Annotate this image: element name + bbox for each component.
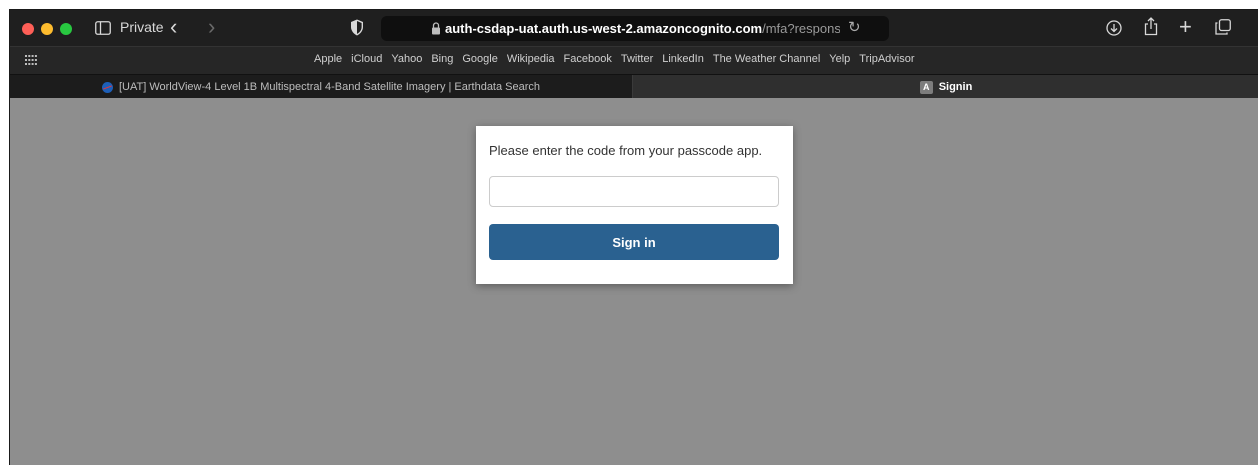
mfa-instructions: Please enter the code from your passcode… [489, 143, 763, 158]
favorite-yahoo[interactable]: Yahoo [391, 53, 422, 65]
page-content: Please enter the code from your passcode… [10, 98, 1258, 465]
private-label: Private [120, 19, 164, 35]
url-text: auth-csdap-uat.auth.us-west-2.amazoncogn… [445, 21, 840, 36]
tab-title: [UAT] WorldView-4 Level 1B Multispectral… [118, 81, 541, 93]
tab-signin[interactable]: A Signin [633, 75, 1258, 99]
address-bar[interactable]: auth-csdap-uat.auth.us-west-2.amazoncogn… [381, 16, 889, 41]
privacy-shield-icon[interactable] [350, 19, 364, 36]
favorite-tripadvisor[interactable]: TripAdvisor [859, 53, 914, 65]
url-path: /mfa?response_type=code& [762, 21, 840, 36]
tab-overview-icon[interactable] [1215, 19, 1231, 35]
favorite-google[interactable]: Google [462, 53, 497, 65]
favorites-bar: Apple iCloud Yahoo Bing Google Wikipedia… [10, 46, 1258, 74]
new-tab-icon[interactable]: + [1179, 16, 1192, 38]
lock-icon [432, 22, 440, 35]
favorites-list: Apple iCloud Yahoo Bing Google Wikipedia… [314, 53, 915, 65]
tab-earthdata-search[interactable]: [UAT] WorldView-4 Level 1B Multispectral… [10, 75, 633, 99]
favorite-twitter[interactable]: Twitter [621, 53, 653, 65]
passcode-input[interactable] [489, 176, 779, 207]
tab-bar: [UAT] WorldView-4 Level 1B Multispectral… [10, 74, 1258, 99]
nasa-icon [101, 81, 113, 93]
tab-title: Signin [938, 81, 973, 93]
minimize-window-button[interactable] [41, 23, 53, 35]
favorite-icloud[interactable]: iCloud [351, 53, 382, 65]
favorite-linkedin[interactable]: LinkedIn [662, 53, 704, 65]
back-button[interactable]: ‹ [170, 14, 177, 40]
share-icon[interactable] [1144, 17, 1158, 36]
downloads-icon[interactable] [1106, 20, 1122, 36]
reload-icon[interactable]: ↻ [848, 18, 861, 36]
close-window-button[interactable] [22, 23, 34, 35]
a-icon: A [919, 80, 933, 94]
favorite-weather-channel[interactable]: The Weather Channel [713, 53, 820, 65]
zoom-window-button[interactable] [60, 23, 72, 35]
forward-button[interactable]: › [208, 14, 215, 40]
favorite-wikipedia[interactable]: Wikipedia [507, 53, 555, 65]
sidebar-icon[interactable] [95, 21, 111, 35]
favorite-facebook[interactable]: Facebook [564, 53, 612, 65]
favorite-apple[interactable]: Apple [314, 53, 342, 65]
browser-toolbar: Private ‹ › auth-csdap-uat.auth.us-west-… [10, 10, 1258, 46]
mfa-dialog: Please enter the code from your passcode… [476, 126, 793, 284]
favorite-bing[interactable]: Bing [431, 53, 453, 65]
favorite-yelp[interactable]: Yelp [829, 53, 850, 65]
sign-in-button[interactable]: Sign in [489, 224, 779, 260]
browser-window: Private ‹ › auth-csdap-uat.auth.us-west-… [9, 9, 1258, 465]
grid-icon[interactable] [25, 55, 37, 65]
url-host: auth-csdap-uat.auth.us-west-2.amazoncogn… [445, 21, 763, 36]
